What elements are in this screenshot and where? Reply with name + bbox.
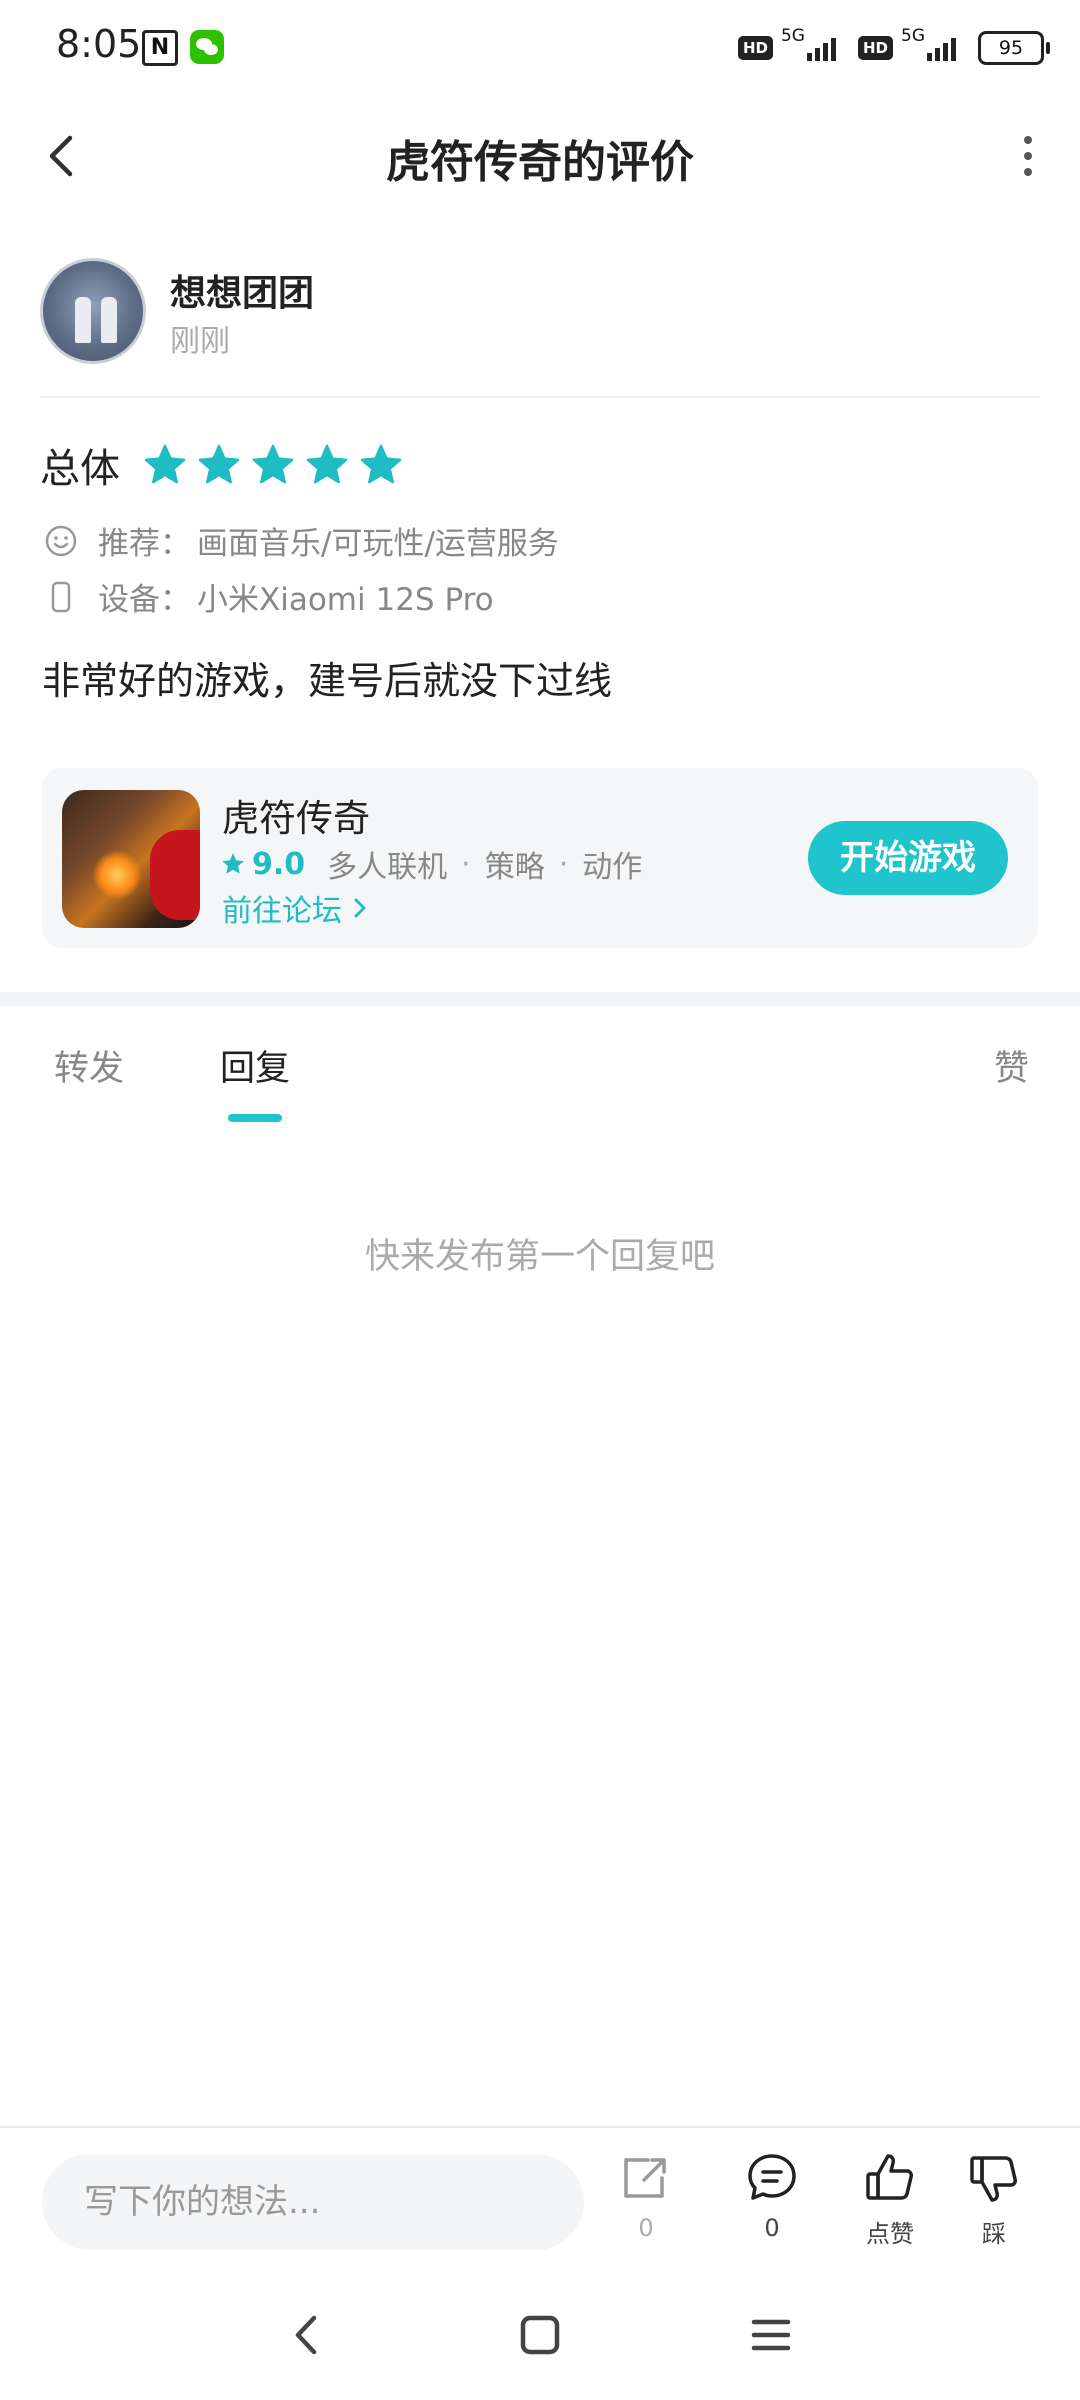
network-type-2: 5G xyxy=(901,26,925,46)
status-time: 8:05 xyxy=(56,22,142,66)
game-meta: 9.0 多人联机 · 策略 · 动作 xyxy=(220,842,642,886)
dislike-label: 踩 xyxy=(982,2220,1006,2248)
device-label: 设备： xyxy=(98,582,191,618)
app-header: 虎符传奇的评价 xyxy=(0,96,1080,216)
tag-separator: · xyxy=(558,846,569,882)
share-count: 0 xyxy=(638,2214,654,2242)
start-game-button[interactable]: 开始游戏 xyxy=(808,821,1008,895)
game-tag: 多人联机 xyxy=(327,850,448,885)
star-icon xyxy=(198,444,240,484)
hd-badge-2: HD xyxy=(857,36,893,60)
game-icon[interactable] xyxy=(62,790,200,928)
empty-replies-message: 快来发布第一个回复吧 xyxy=(364,1237,715,1277)
forum-link[interactable]: 前往论坛 xyxy=(222,886,368,930)
rating-label: 总体 xyxy=(40,446,120,492)
device-row: 设备： 小米Xiaomi 12S Pro xyxy=(44,574,494,619)
review-detail-page: 8:05 N HD 5G HD 5G 95 虎符传奇的评价 想想团团 刚刚 总体… xyxy=(0,0,1080,2400)
status-indicators: HD 5G HD 5G 95 xyxy=(737,26,1050,70)
recommend-label: 推荐： xyxy=(98,526,191,562)
author-name[interactable]: 想想团团 xyxy=(170,264,314,316)
system-navigation-bar xyxy=(0,2290,1080,2380)
smiley-icon xyxy=(45,525,77,556)
avatar[interactable] xyxy=(40,258,146,364)
section-separator xyxy=(0,992,1080,1006)
recommend-row: 推荐： 画面音乐/可玩性/运营服务 xyxy=(44,518,559,563)
game-name[interactable]: 虎符传奇 xyxy=(222,788,370,842)
system-menu-icon[interactable] xyxy=(738,2302,804,2368)
network-type-1: 5G xyxy=(780,26,805,46)
like-label: 点赞 xyxy=(866,2220,914,2248)
overall-rating: 总体 xyxy=(40,430,404,500)
review-text: 非常好的游戏，建号后就没下过线 xyxy=(42,659,613,703)
phone-icon xyxy=(51,581,71,612)
game-tag: 动作 xyxy=(582,850,643,885)
game-card[interactable]: 虎符传奇 9.0 多人联机 · 策略 · 动作 前往论坛 开始游戏 xyxy=(42,768,1038,948)
active-tab-indicator xyxy=(228,1114,282,1122)
status-bar: 8:05 N HD 5G HD 5G 95 xyxy=(0,0,1080,96)
post-time: 刚刚 xyxy=(170,324,230,359)
system-back-icon[interactable] xyxy=(274,2302,340,2368)
share-icon xyxy=(624,2158,666,2198)
hd-badge-1: HD xyxy=(737,36,773,60)
thumbs-up-icon xyxy=(866,2154,913,2200)
like-button[interactable]: 点赞 xyxy=(840,2150,940,2249)
chevron-right-icon xyxy=(354,898,366,918)
game-tag: 策略 xyxy=(484,850,545,885)
thumbs-down-icon xyxy=(970,2156,1017,2202)
more-vertical-icon xyxy=(1024,136,1032,176)
more-options-button[interactable] xyxy=(996,124,1060,188)
game-score: 9.0 xyxy=(252,846,306,882)
tag-separator: · xyxy=(461,846,471,882)
tab-like[interactable]: 赞 xyxy=(994,1040,1029,1091)
signal-icon-2 xyxy=(927,35,956,61)
recommend-value: 画面音乐/可玩性/运营服务 xyxy=(197,526,559,562)
battery-icon: 95 xyxy=(978,31,1050,65)
bottom-bar-divider xyxy=(0,2126,1080,2128)
star-icon xyxy=(252,444,294,484)
star-icon xyxy=(222,853,244,874)
comment-icon xyxy=(748,2154,796,2200)
page-title: 虎符传奇的评价 xyxy=(386,137,694,188)
comment-input[interactable] xyxy=(42,2154,584,2250)
divider xyxy=(40,396,1040,398)
wechat-icon xyxy=(190,30,224,64)
signal-icon-1 xyxy=(806,35,836,61)
star-icon xyxy=(306,444,348,484)
review-author: 想想团团 刚刚 xyxy=(40,258,1040,368)
rating-stars xyxy=(142,442,404,488)
device-value: 小米Xiaomi 12S Pro xyxy=(197,582,494,618)
system-home-icon[interactable] xyxy=(507,2302,573,2368)
tab-repost[interactable]: 转发 xyxy=(54,1040,124,1091)
star-icon xyxy=(360,444,402,484)
comment-count: 0 xyxy=(764,2214,780,2242)
share-button[interactable]: 0 xyxy=(596,2150,696,2242)
comment-button[interactable]: 0 xyxy=(722,2150,822,2242)
tab-reply[interactable]: 回复 xyxy=(220,1040,290,1091)
forum-link-label: 前往论坛 xyxy=(222,894,342,929)
dislike-button[interactable]: 踩 xyxy=(944,2150,1044,2249)
nfc-icon: N xyxy=(142,30,178,66)
star-icon xyxy=(144,444,186,484)
